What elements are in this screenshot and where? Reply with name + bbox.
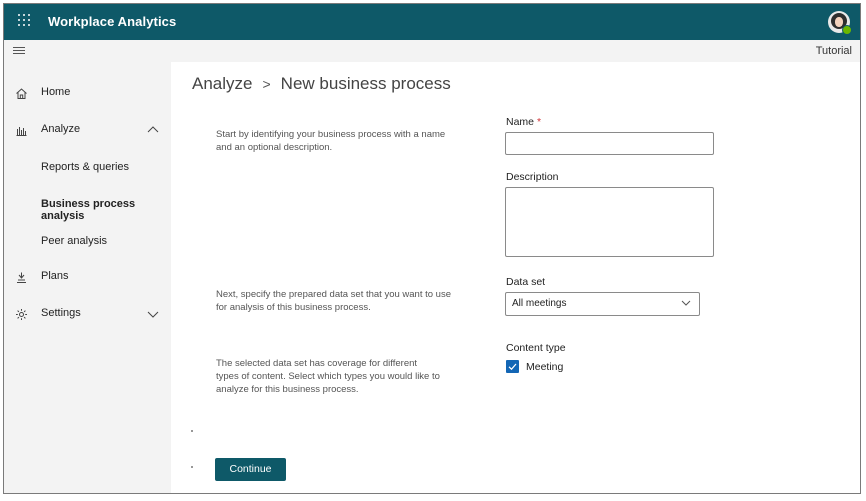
breadcrumb-current: New business process: [280, 74, 451, 93]
sidebar-item-plans[interactable]: Plans: [4, 259, 171, 295]
home-icon: [16, 88, 27, 99]
name-input[interactable]: [505, 132, 714, 155]
sidebar-subitem-peer-analysis[interactable]: Peer analysis: [41, 235, 107, 247]
top-bar: Workplace Analytics: [4, 4, 860, 40]
chevron-down-icon[interactable]: [147, 308, 159, 320]
sidebar: Home Analyze Reports & queries Business …: [4, 62, 171, 493]
sidebar-item-label: Plans: [41, 270, 69, 282]
sidebar-item-home[interactable]: Home: [4, 75, 171, 111]
continue-button[interactable]: Continue: [215, 458, 286, 481]
app-title[interactable]: Workplace Analytics: [48, 14, 176, 29]
app-launcher-icon[interactable]: [18, 14, 32, 28]
dataset-help-text: Next, specify the prepared data set that…: [216, 289, 451, 313]
content-type-help-text: The selected data set has coverage for d…: [216, 358, 440, 395]
intro-help-text: Start by identifying your business proce…: [216, 129, 446, 153]
name-field-label: Name *: [506, 116, 542, 128]
sidebar-item-label: Analyze: [41, 123, 81, 135]
breadcrumb: Analyze > New business process: [192, 74, 451, 94]
description-textarea[interactable]: [505, 187, 714, 257]
meeting-checkbox[interactable]: [506, 360, 519, 373]
meeting-checkbox-label[interactable]: Meeting: [526, 361, 563, 373]
chevron-down-icon: [681, 300, 691, 306]
required-marker: *: [536, 116, 542, 128]
hamburger-menu-icon[interactable]: [13, 47, 25, 55]
description-field-label: Description: [506, 171, 559, 183]
tutorial-link[interactable]: Tutorial: [816, 45, 852, 57]
sidebar-subitem-business-process-analysis[interactable]: Business process analysis: [41, 198, 171, 222]
dataset-field-label: Data set: [506, 276, 546, 288]
sidebar-item-analyze[interactable]: Analyze: [4, 112, 171, 148]
dataset-selected-value: All meetings: [512, 298, 567, 309]
sidebar-item-label: Home: [41, 86, 71, 98]
divider-dot: [191, 466, 193, 468]
content-type-label: Content type: [506, 342, 566, 354]
main-content: Analyze > New business process Start by id…: [171, 62, 860, 493]
command-bar: Tutorial: [4, 40, 860, 62]
gear-icon: [16, 309, 27, 320]
dataset-select[interactable]: All meetings: [505, 292, 700, 316]
bar-chart-icon: [16, 127, 27, 136]
app-window: Workplace Analytics Tutorial Home Analyz…: [3, 3, 861, 494]
plans-icon: [17, 272, 26, 283]
breadcrumb-separator: >: [262, 76, 271, 92]
checkmark-icon: [508, 363, 517, 371]
presence-indicator: [842, 25, 852, 35]
chevron-up-icon[interactable]: [147, 124, 159, 136]
sidebar-item-label: Settings: [41, 307, 81, 319]
breadcrumb-root[interactable]: Analyze: [192, 74, 252, 93]
sidebar-subitem-reports-queries[interactable]: Reports & queries: [41, 161, 129, 173]
sidebar-item-settings[interactable]: Settings: [4, 296, 171, 332]
divider-dot: [191, 430, 193, 432]
